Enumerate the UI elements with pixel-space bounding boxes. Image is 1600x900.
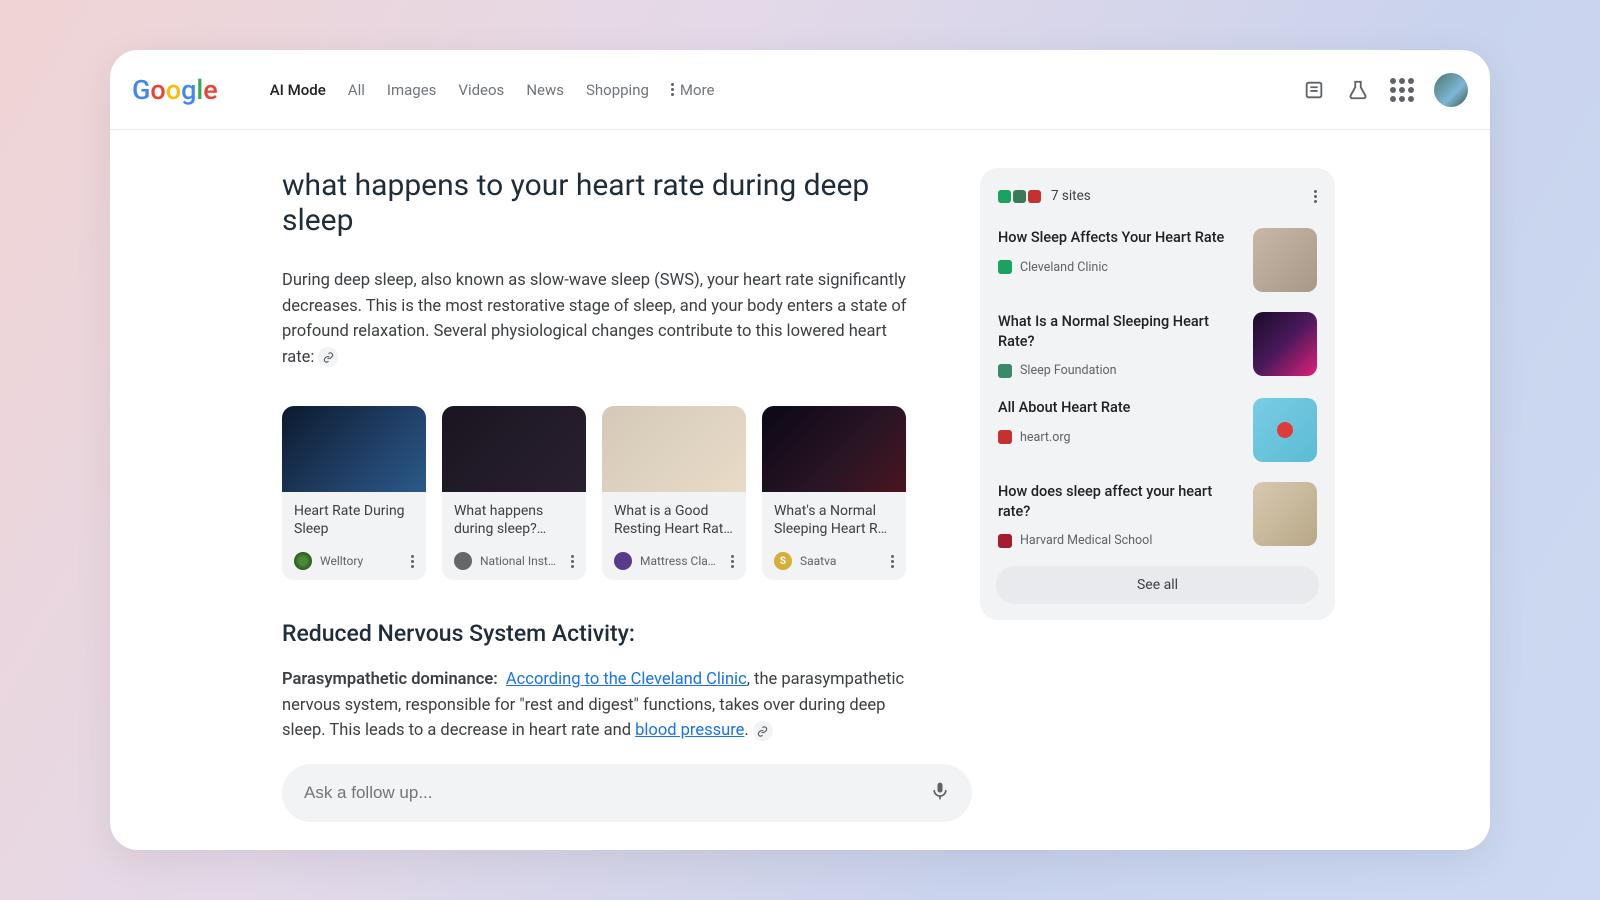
card-menu-icon[interactable] <box>891 555 894 568</box>
section-lead: Parasympathetic dominance: <box>282 670 498 689</box>
source-cards-row: Heart Rate During Sleep Welltory What ha… <box>282 406 912 580</box>
see-all-button[interactable]: See all <box>996 566 1319 604</box>
card-source: Mattress Cla… <box>640 554 723 568</box>
source-card[interactable]: What happens during sleep?… National Ins… <box>442 406 586 580</box>
sidebar-item-source: Sleep Foundation <box>1020 363 1117 378</box>
sidebar-header: 7 sites <box>996 184 1319 218</box>
section-text-2: . <box>744 721 748 740</box>
header-bar: Google AI Mode All Images Videos News Sh… <box>110 50 1490 130</box>
answer-intro-text: During deep sleep, also known as slow-wa… <box>282 271 907 367</box>
content-area: what happens to your heart rate during d… <box>110 130 1490 850</box>
card-menu-icon[interactable] <box>731 555 734 568</box>
microphone-icon[interactable] <box>930 781 950 805</box>
source-favicon <box>294 552 312 570</box>
answer-intro: During deep sleep, also known as slow-wa… <box>282 268 912 370</box>
apps-icon[interactable] <box>1390 78 1414 102</box>
sidebar-site-count: 7 sites <box>1051 188 1091 204</box>
sidebar-item-title: How does sleep affect your heart rate? <box>998 482 1239 521</box>
sidebar-favicon-cluster <box>998 190 1041 203</box>
source-favicon: S <box>774 552 792 570</box>
sidebar-item-title: How Sleep Affects Your Heart Rate <box>998 228 1239 248</box>
section-heading: Reduced Nervous System Activity: <box>282 620 912 647</box>
google-logo[interactable]: Google <box>132 74 218 106</box>
sources-sidebar: 7 sites How Sleep Affects Your Heart Rat… <box>980 168 1335 620</box>
sidebar-source-item[interactable]: All About Heart Rate heart.org <box>996 388 1319 472</box>
card-thumbnail <box>602 406 746 492</box>
sidebar-source-item[interactable]: What Is a Normal Sleeping Heart Rate? Sl… <box>996 302 1319 388</box>
card-menu-icon[interactable] <box>411 555 414 568</box>
sidebar-favicon <box>998 430 1012 444</box>
sidebar-item-title: What Is a Normal Sleeping Heart Rate? <box>998 312 1239 351</box>
tab-images[interactable]: Images <box>387 81 437 99</box>
source-card[interactable]: Heart Rate During Sleep Welltory <box>282 406 426 580</box>
card-title: What is a Good Resting Heart Rat… <box>614 502 734 540</box>
sidebar-item-source: Cleveland Clinic <box>1020 260 1108 275</box>
source-card[interactable]: What is a Good Resting Heart Rat… Mattre… <box>602 406 746 580</box>
card-menu-icon[interactable] <box>571 555 574 568</box>
card-thumbnail <box>442 406 586 492</box>
tab-shopping[interactable]: Shopping <box>586 81 649 99</box>
more-dots-icon <box>671 83 674 96</box>
card-source: Welltory <box>320 554 403 568</box>
sidebar-favicon <box>998 534 1012 548</box>
labs-icon[interactable] <box>1346 78 1370 102</box>
main-column: what happens to your heart rate during d… <box>282 168 912 850</box>
citation-chip-icon[interactable] <box>318 347 338 367</box>
list-icon[interactable] <box>1302 78 1326 102</box>
sidebar-menu-icon[interactable] <box>1314 190 1317 203</box>
card-source: Saatva <box>800 554 883 568</box>
sidebar-thumbnail <box>1253 228 1317 292</box>
header-actions <box>1302 73 1468 107</box>
link-blood-pressure[interactable]: blood pressure <box>635 721 744 740</box>
query-title: what happens to your heart rate during d… <box>282 168 912 238</box>
profile-avatar[interactable] <box>1434 73 1468 107</box>
card-title: What's a Normal Sleeping Heart R… <box>774 502 894 540</box>
tab-news[interactable]: News <box>526 81 564 99</box>
followup-input[interactable] <box>304 783 930 803</box>
sidebar-source-item[interactable]: How Sleep Affects Your Heart Rate Clevel… <box>996 218 1319 302</box>
sidebar-favicon <box>998 260 1012 274</box>
sidebar-thumbnail <box>1253 482 1317 546</box>
sidebar-thumbnail <box>1253 312 1317 376</box>
nav-tabs: AI Mode All Images Videos News Shopping … <box>270 81 715 99</box>
sidebar-favicon <box>998 364 1012 378</box>
tab-all[interactable]: All <box>348 81 365 99</box>
citation-chip-icon[interactable] <box>753 721 773 741</box>
link-cleveland-clinic[interactable]: According to the Cleveland Clinic <box>506 670 747 689</box>
more-label: More <box>680 81 715 99</box>
sidebar-item-title: All About Heart Rate <box>998 398 1239 418</box>
card-thumbnail <box>282 406 426 492</box>
sidebar-item-source: Harvard Medical School <box>1020 533 1152 548</box>
card-title: What happens during sleep?… <box>454 502 574 540</box>
card-title: Heart Rate During Sleep <box>294 502 414 540</box>
source-favicon <box>454 552 472 570</box>
card-thumbnail <box>762 406 906 492</box>
card-source: National Inst… <box>480 554 563 568</box>
sidebar-thumbnail <box>1253 398 1317 462</box>
browser-window: Google AI Mode All Images Videos News Sh… <box>110 50 1490 850</box>
section-body: Parasympathetic dominance: According to … <box>282 667 912 744</box>
sidebar-source-item[interactable]: How does sleep affect your heart rate? H… <box>996 472 1319 558</box>
sidebar-item-source: heart.org <box>1020 430 1071 445</box>
source-card[interactable]: What's a Normal Sleeping Heart R… S Saat… <box>762 406 906 580</box>
tab-more[interactable]: More <box>671 81 715 99</box>
tab-ai-mode[interactable]: AI Mode <box>270 81 326 99</box>
tab-videos[interactable]: Videos <box>458 81 504 99</box>
source-favicon <box>614 552 632 570</box>
followup-bar[interactable] <box>282 764 972 822</box>
